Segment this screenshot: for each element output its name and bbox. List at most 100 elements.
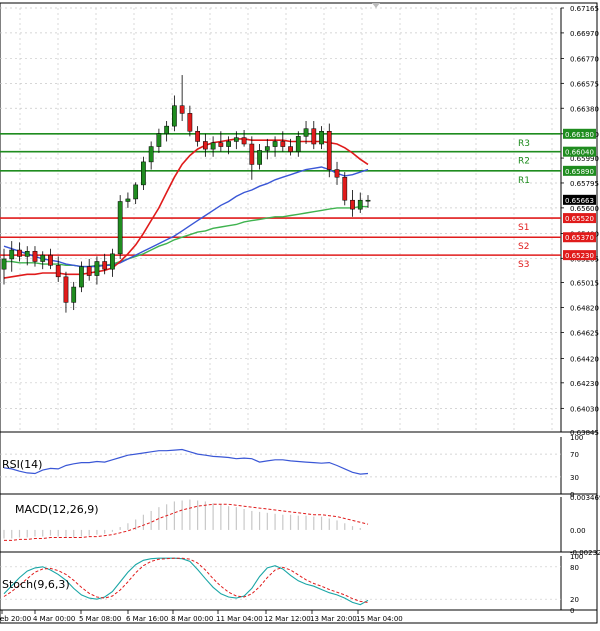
chart-svg: 0.67165 0.66970 0.66770 0.66575 0.66380 0.661… (0, 2, 600, 624)
candle-body (326, 130, 332, 170)
candle-body (32, 251, 38, 262)
candle-body (272, 141, 278, 147)
candle-body (357, 199, 363, 210)
candle-body (1, 258, 7, 270)
candle-body (334, 169, 340, 178)
candle-body (365, 199, 371, 202)
x-tick-label: 4 Mar 00:00 (33, 615, 75, 623)
main-y-tick-label: 0.64230 (570, 380, 599, 388)
rsi-label: RSI(14) (2, 458, 42, 471)
x-tick-label: 12 Mar 12:00 (264, 615, 311, 623)
candle-body (172, 105, 177, 127)
candle-body (9, 249, 15, 260)
candle-body (311, 128, 317, 145)
x-tick-label: 8 Mar 00:00 (171, 615, 213, 623)
candle-body (40, 254, 46, 262)
candle-body (241, 137, 247, 145)
candle-body (102, 261, 108, 270)
candle-body (71, 286, 77, 303)
current-price-text: 0.65663 (565, 197, 594, 205)
candle-body (295, 136, 301, 152)
stoch-tick-label: 100 (570, 553, 583, 561)
x-tick-label: 13 Mar 20:00 (310, 615, 357, 623)
candle-body (164, 125, 170, 135)
candle-body (110, 253, 115, 270)
candle-body (218, 142, 224, 147)
rsi-line (3, 448, 369, 475)
main-y-tick-label: 0.66970 (570, 30, 599, 38)
candle-body (319, 130, 324, 145)
main-y-tick-label: 0.67165 (570, 5, 599, 13)
candle-body (63, 276, 69, 303)
pivot-value-text: 0.65230 (565, 252, 594, 260)
candle-body (249, 143, 255, 165)
rsi-tick-label: 30 (570, 474, 579, 482)
candle-body (226, 141, 231, 147)
candle-body (94, 261, 100, 276)
main-y-tick-label: 0.65015 (570, 280, 599, 288)
candle-body (187, 113, 193, 132)
x-tick-label: 6 Mar 16:00 (126, 615, 168, 623)
candle-body (117, 201, 123, 255)
scroll-marker-icon (372, 3, 380, 8)
pivot-level-label: S1 (518, 223, 529, 233)
pivot-level-label: R1 (518, 176, 530, 186)
pivot-value-text: 0.66180 (565, 131, 594, 139)
candle-body (195, 130, 200, 142)
pivot-value-text: 0.65520 (565, 215, 594, 223)
x-tick-label: eb 20:00 (0, 615, 31, 623)
candle-body (202, 141, 208, 150)
candle-body (264, 146, 270, 151)
main-y-tick-label: 0.64420 (570, 356, 599, 364)
pivot-level-label: S2 (518, 242, 529, 252)
main-y-tick-label: 0.64030 (570, 405, 599, 413)
stoch-label: Stoch(9,6,3) (2, 578, 70, 591)
candle-body (17, 249, 22, 257)
main-y-tick-label: 0.64820 (570, 304, 599, 312)
candle-body (79, 266, 84, 288)
stoch-tick-label: 80 (570, 564, 579, 572)
candle-body (303, 128, 309, 137)
main-y-tick-label: 0.66770 (570, 55, 599, 63)
candle-body (156, 133, 162, 147)
pivot-value-text: 0.65890 (565, 168, 594, 176)
rsi-tick-label: 100 (570, 434, 583, 442)
ma-blue-line (3, 166, 369, 268)
candle-body (179, 105, 185, 114)
main-y-tick-label: 0.64625 (570, 329, 599, 337)
candle-body (141, 161, 146, 186)
candle-body (125, 198, 131, 202)
candle-body (55, 265, 61, 278)
pivot-level-label: S3 (518, 260, 529, 270)
pivot-value-text: 0.66040 (565, 149, 594, 157)
stoch-tick-label: 0 (570, 607, 574, 615)
stoch-tick-label: 20 (570, 596, 579, 604)
candle-body (133, 184, 139, 200)
forex-chart: 0.67165 0.66970 0.66770 0.66575 0.66380 0.661… (0, 0, 600, 627)
x-tick-label: 5 Mar 08:00 (79, 615, 121, 623)
main-y-tick-label: 0.65795 (570, 180, 599, 188)
main-y-tick-label: 0.65600 (570, 205, 599, 213)
candle-body (48, 254, 53, 266)
pivot-level-label: R2 (518, 157, 530, 167)
candle-body (288, 146, 293, 152)
candle-body (257, 150, 262, 165)
candle-body (210, 142, 216, 150)
pivot-value-text: 0.65370 (565, 234, 594, 242)
main-y-tick-label: 0.66575 (570, 80, 599, 88)
candle-body (280, 141, 286, 147)
macd-tick-label: 0.00 (570, 527, 586, 535)
macd-label: MACD(12,26,9) (15, 503, 99, 516)
candle-body (86, 266, 92, 276)
macd-tick-label: 0.003469 (570, 494, 600, 502)
x-tick-label: 15 Mar 04:00 (356, 615, 403, 623)
candle-body (148, 146, 154, 163)
pivot-level-label: R3 (518, 139, 530, 149)
rsi-tick-label: 70 (570, 451, 579, 459)
x-tick-label: 11 Mar 04:00 (216, 615, 263, 623)
candle-body (233, 137, 239, 142)
candle-body (350, 199, 355, 210)
main-y-tick-label: 0.66380 (570, 105, 599, 113)
candle-body (342, 176, 348, 201)
candle-body (24, 251, 30, 257)
